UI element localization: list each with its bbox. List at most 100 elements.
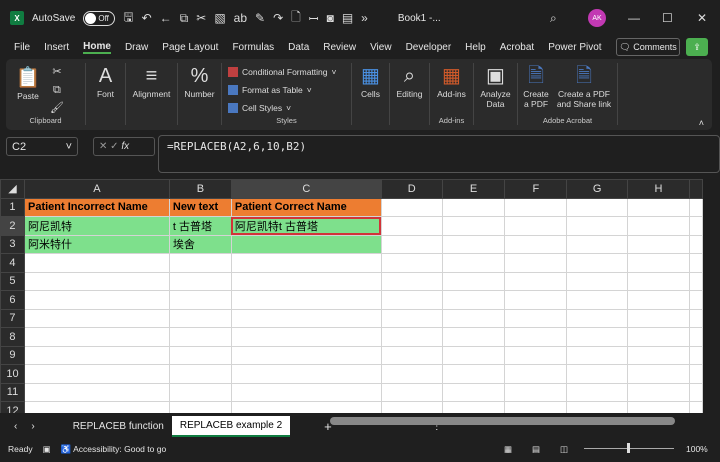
cell-D11[interactable] [380, 382, 443, 402]
alignment-button[interactable]: ≡ Alignment [126, 63, 178, 125]
tab-data[interactable]: Data [288, 42, 309, 53]
strikethrough-icon[interactable]: ꟷ [309, 10, 319, 27]
cut-icon[interactable]: ✂ [50, 63, 64, 81]
row-header[interactable]: 9 [0, 345, 25, 365]
cell-A9[interactable] [23, 345, 170, 365]
column-header-c[interactable]: C [230, 179, 382, 199]
column-header-a[interactable]: A [23, 179, 170, 199]
cell-F10[interactable] [504, 364, 568, 384]
cell-C1[interactable]: Patient Correct Name [230, 197, 382, 217]
tab-view[interactable]: View [370, 42, 392, 53]
macro-icon[interactable]: ▣ [43, 444, 51, 455]
page-break-view-icon[interactable]: ◫ [560, 444, 568, 455]
cell-D6[interactable] [380, 290, 443, 310]
column-header-b[interactable]: B [168, 179, 232, 199]
cells-button[interactable]: ▦ Cells [352, 63, 390, 125]
cell-H7[interactable] [627, 308, 690, 328]
cell-I7[interactable] [688, 308, 703, 328]
column-header-extra[interactable] [688, 179, 703, 199]
cell-H10[interactable] [627, 364, 690, 384]
cell-F3[interactable] [504, 234, 568, 254]
cell-E12[interactable] [441, 401, 506, 413]
conditional-formatting-button[interactable]: Conditional Formatting ˅ [222, 63, 351, 81]
cell-A8[interactable] [23, 327, 170, 347]
cell-E3[interactable] [441, 234, 506, 254]
vertical-scrollbar[interactable] [703, 179, 720, 413]
normal-view-icon[interactable]: ▦ [504, 444, 512, 455]
enter-icon[interactable]: ✓ [110, 141, 121, 152]
cell-F12[interactable] [504, 401, 568, 413]
cell-table[interactable]: ◢ A B C D E F G H 1 Patient Incorrect Name New tex… [0, 179, 703, 413]
cell-G10[interactable] [566, 364, 629, 384]
share-button[interactable]: ⇪ [686, 38, 708, 56]
column-header-e[interactable]: E [441, 179, 506, 199]
zoom-slider-thumb[interactable] [627, 443, 630, 453]
cell-E7[interactable] [441, 308, 506, 328]
save-icon[interactable]: 🖫 [123, 8, 133, 29]
cell-A10[interactable] [23, 364, 170, 384]
cell-C5[interactable] [230, 271, 382, 291]
cell-E11[interactable] [441, 382, 506, 402]
column-header-g[interactable]: G [566, 179, 629, 199]
copy-icon[interactable]: ⧉ [50, 81, 64, 99]
font-button[interactable]: A Font [86, 63, 126, 125]
cell-B9[interactable] [168, 345, 232, 365]
cell-B7[interactable] [168, 308, 232, 328]
tab-page-layout[interactable]: Page Layout [162, 42, 218, 53]
cell-D8[interactable] [380, 327, 443, 347]
row-header[interactable]: 2 [0, 216, 25, 236]
horizontal-scrollbar[interactable] [330, 417, 675, 425]
cell-C3[interactable] [230, 234, 382, 254]
formula-input[interactable]: =REPLACEB(A2,6,10,B2) [158, 135, 720, 173]
accessibility-status[interactable]: ♿ Accessibility: Good to go [61, 444, 167, 455]
cell-G3[interactable] [566, 234, 629, 254]
maximize-icon[interactable]: ☐ [662, 11, 673, 25]
cell-A11[interactable] [23, 382, 170, 402]
cell-I10[interactable] [688, 364, 703, 384]
tab-review[interactable]: Review [323, 42, 356, 53]
cell-F7[interactable] [504, 308, 568, 328]
next-sheet-icon[interactable]: › [31, 421, 34, 432]
cell-C10[interactable] [230, 364, 382, 384]
cell-I12[interactable] [688, 401, 703, 413]
format-as-table-button[interactable]: Format as Table ˅ [222, 81, 351, 99]
row-header[interactable]: 4 [0, 253, 25, 273]
cell-styles-button[interactable]: Cell Styles ˅ [222, 99, 351, 117]
cell-I3[interactable] [688, 234, 703, 254]
redo-disabled-icon[interactable]: ↷ [273, 11, 283, 25]
cell-A7[interactable] [23, 308, 170, 328]
cell-H1[interactable] [627, 197, 690, 217]
cell-G12[interactable] [566, 401, 629, 413]
cell-B10[interactable] [168, 364, 232, 384]
row-header[interactable]: 12 [0, 401, 25, 413]
cell-H5[interactable] [627, 271, 690, 291]
insert-function-button[interactable]: fx [121, 141, 129, 152]
cell-F8[interactable] [504, 327, 568, 347]
cell-D12[interactable] [380, 401, 443, 413]
cell-C11[interactable] [230, 382, 382, 402]
cell-I2[interactable] [688, 216, 703, 236]
prev-sheet-icon[interactable]: ‹ [14, 421, 17, 432]
cell-I8[interactable] [688, 327, 703, 347]
cell-A4[interactable] [23, 253, 170, 273]
cell-H6[interactable] [627, 290, 690, 310]
tab-help[interactable]: Help [465, 42, 486, 53]
cell-F11[interactable] [504, 382, 568, 402]
tab-power-pivot[interactable]: Power Pivot [548, 42, 601, 53]
cell-E8[interactable] [441, 327, 506, 347]
cell-H11[interactable] [627, 382, 690, 402]
cut-icon[interactable]: ✂ [196, 11, 206, 25]
tab-acrobat[interactable]: Acrobat [500, 42, 534, 53]
cell-A3[interactable]: 阿米特什 [23, 234, 170, 254]
cell-A2[interactable]: 阿尼凯特 [23, 216, 170, 236]
cell-A6[interactable] [23, 290, 170, 310]
cell-H9[interactable] [627, 345, 690, 365]
row-header[interactable]: 8 [0, 327, 25, 347]
search-icon[interactable]: ⌕ [550, 11, 557, 26]
cell-C4[interactable] [230, 253, 382, 273]
cell-G11[interactable] [566, 382, 629, 402]
cell-H12[interactable] [627, 401, 690, 413]
cell-G9[interactable] [566, 345, 629, 365]
cell-D9[interactable] [380, 345, 443, 365]
worksheet-grid[interactable]: ◢ A B C D E F G H 1 Patient Incorrect Name New tex… [0, 179, 703, 413]
